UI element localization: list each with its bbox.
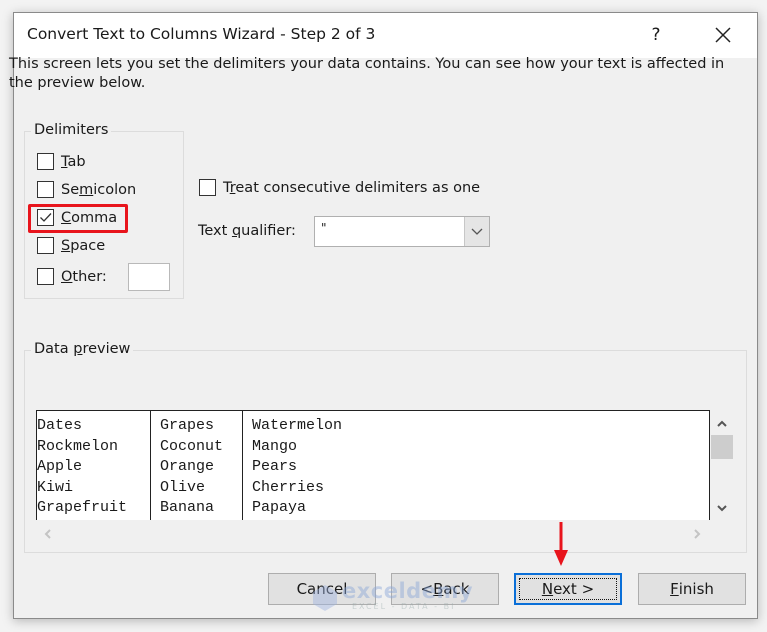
- text-qualifier-value: ": [321, 221, 327, 235]
- data-preview-table[interactable]: Dates Rockmelon Apple Kiwi Grapefruit Gr…: [36, 410, 710, 520]
- text-qualifier-select[interactable]: ": [314, 216, 490, 247]
- scroll-thumb[interactable]: [711, 435, 733, 459]
- preview-cell: Grapes: [160, 417, 215, 434]
- preview-cell: Grapefruit: [37, 499, 128, 517]
- back-button[interactable]: < Back: [391, 573, 499, 605]
- preview-column-3: Watermelon Mango Pears Cherries Papaya: [242, 411, 652, 520]
- chevron-up-icon: [717, 420, 727, 427]
- checkbox-box: [37, 181, 54, 198]
- comma-highlight-annotation: [28, 204, 128, 233]
- checkbox-box: [37, 268, 54, 285]
- preview-cell: Watermelon: [252, 417, 343, 434]
- preview-cell: Apple: [37, 458, 83, 476]
- preview-cell: Olive: [160, 478, 206, 496]
- scroll-up-button[interactable]: [711, 417, 733, 431]
- close-button[interactable]: [709, 21, 737, 49]
- other-label: Other:: [61, 268, 107, 285]
- preview-cell: Rockmelon: [37, 437, 119, 455]
- next-button[interactable]: Next >: [514, 573, 622, 605]
- preview-cell: Cherries: [252, 478, 325, 496]
- chevron-down-icon: [717, 505, 727, 512]
- help-button[interactable]: ?: [646, 21, 666, 49]
- consecutive-label: Treat consecutive delimiters as one: [223, 179, 481, 196]
- scroll-right-button[interactable]: [690, 527, 704, 541]
- scroll-left-button[interactable]: [41, 527, 55, 541]
- preview-cell: Pears: [252, 458, 298, 476]
- checkbox-box: [199, 179, 216, 196]
- semicolon-label: Semicolon: [61, 181, 137, 198]
- red-arrow-annotation: [554, 522, 568, 566]
- preview-vertical-scrollbar[interactable]: [711, 410, 733, 520]
- data-preview-legend: Data preview: [31, 341, 134, 357]
- chevron-right-icon: [694, 529, 701, 539]
- tab-checkbox[interactable]: Tab: [37, 153, 86, 170]
- window-title: Convert Text to Columns Wizard - Step 2 …: [27, 25, 376, 43]
- scroll-down-button[interactable]: [711, 501, 733, 515]
- other-delimiter-input[interactable]: [128, 263, 170, 291]
- focus-rect: [519, 578, 617, 600]
- space-checkbox[interactable]: Space: [37, 237, 105, 254]
- title-bar: Convert Text to Columns Wizard - Step 2 …: [14, 13, 757, 58]
- text-qualifier-label: Text qualifier:: [198, 223, 296, 239]
- preview-cell: Dates: [37, 417, 83, 434]
- delimiters-legend: Delimiters: [31, 122, 112, 138]
- cancel-button[interactable]: Cancel: [268, 573, 376, 605]
- space-label: Space: [61, 237, 106, 254]
- intro-text: This screen lets you set the delimiters …: [9, 56, 725, 91]
- finish-button[interactable]: Finish: [638, 573, 746, 605]
- preview-column-2: Grapes Coconut Orange Olive Banana: [150, 411, 252, 520]
- consecutive-delimiters-checkbox[interactable]: Treat consecutive delimiters as one: [199, 179, 480, 196]
- other-checkbox[interactable]: Other:: [37, 268, 107, 285]
- chevron-down-icon: [471, 228, 483, 235]
- preview-column-1: Dates Rockmelon Apple Kiwi Grapefruit: [37, 411, 151, 520]
- semicolon-checkbox[interactable]: Semicolon: [37, 181, 136, 198]
- checkbox-box: [37, 153, 54, 170]
- tab-label: Tab: [61, 153, 86, 170]
- preview-cell: Orange: [160, 458, 215, 476]
- preview-cell: Banana: [160, 499, 215, 517]
- preview-cell: Mango: [252, 437, 298, 455]
- dropdown-button[interactable]: [464, 217, 489, 246]
- chevron-left-icon: [44, 529, 51, 539]
- preview-cell: Coconut: [160, 437, 224, 455]
- checkbox-box: [37, 237, 54, 254]
- preview-cell: Papaya: [252, 499, 307, 517]
- preview-cell: Kiwi: [37, 478, 74, 496]
- close-icon: [715, 27, 731, 43]
